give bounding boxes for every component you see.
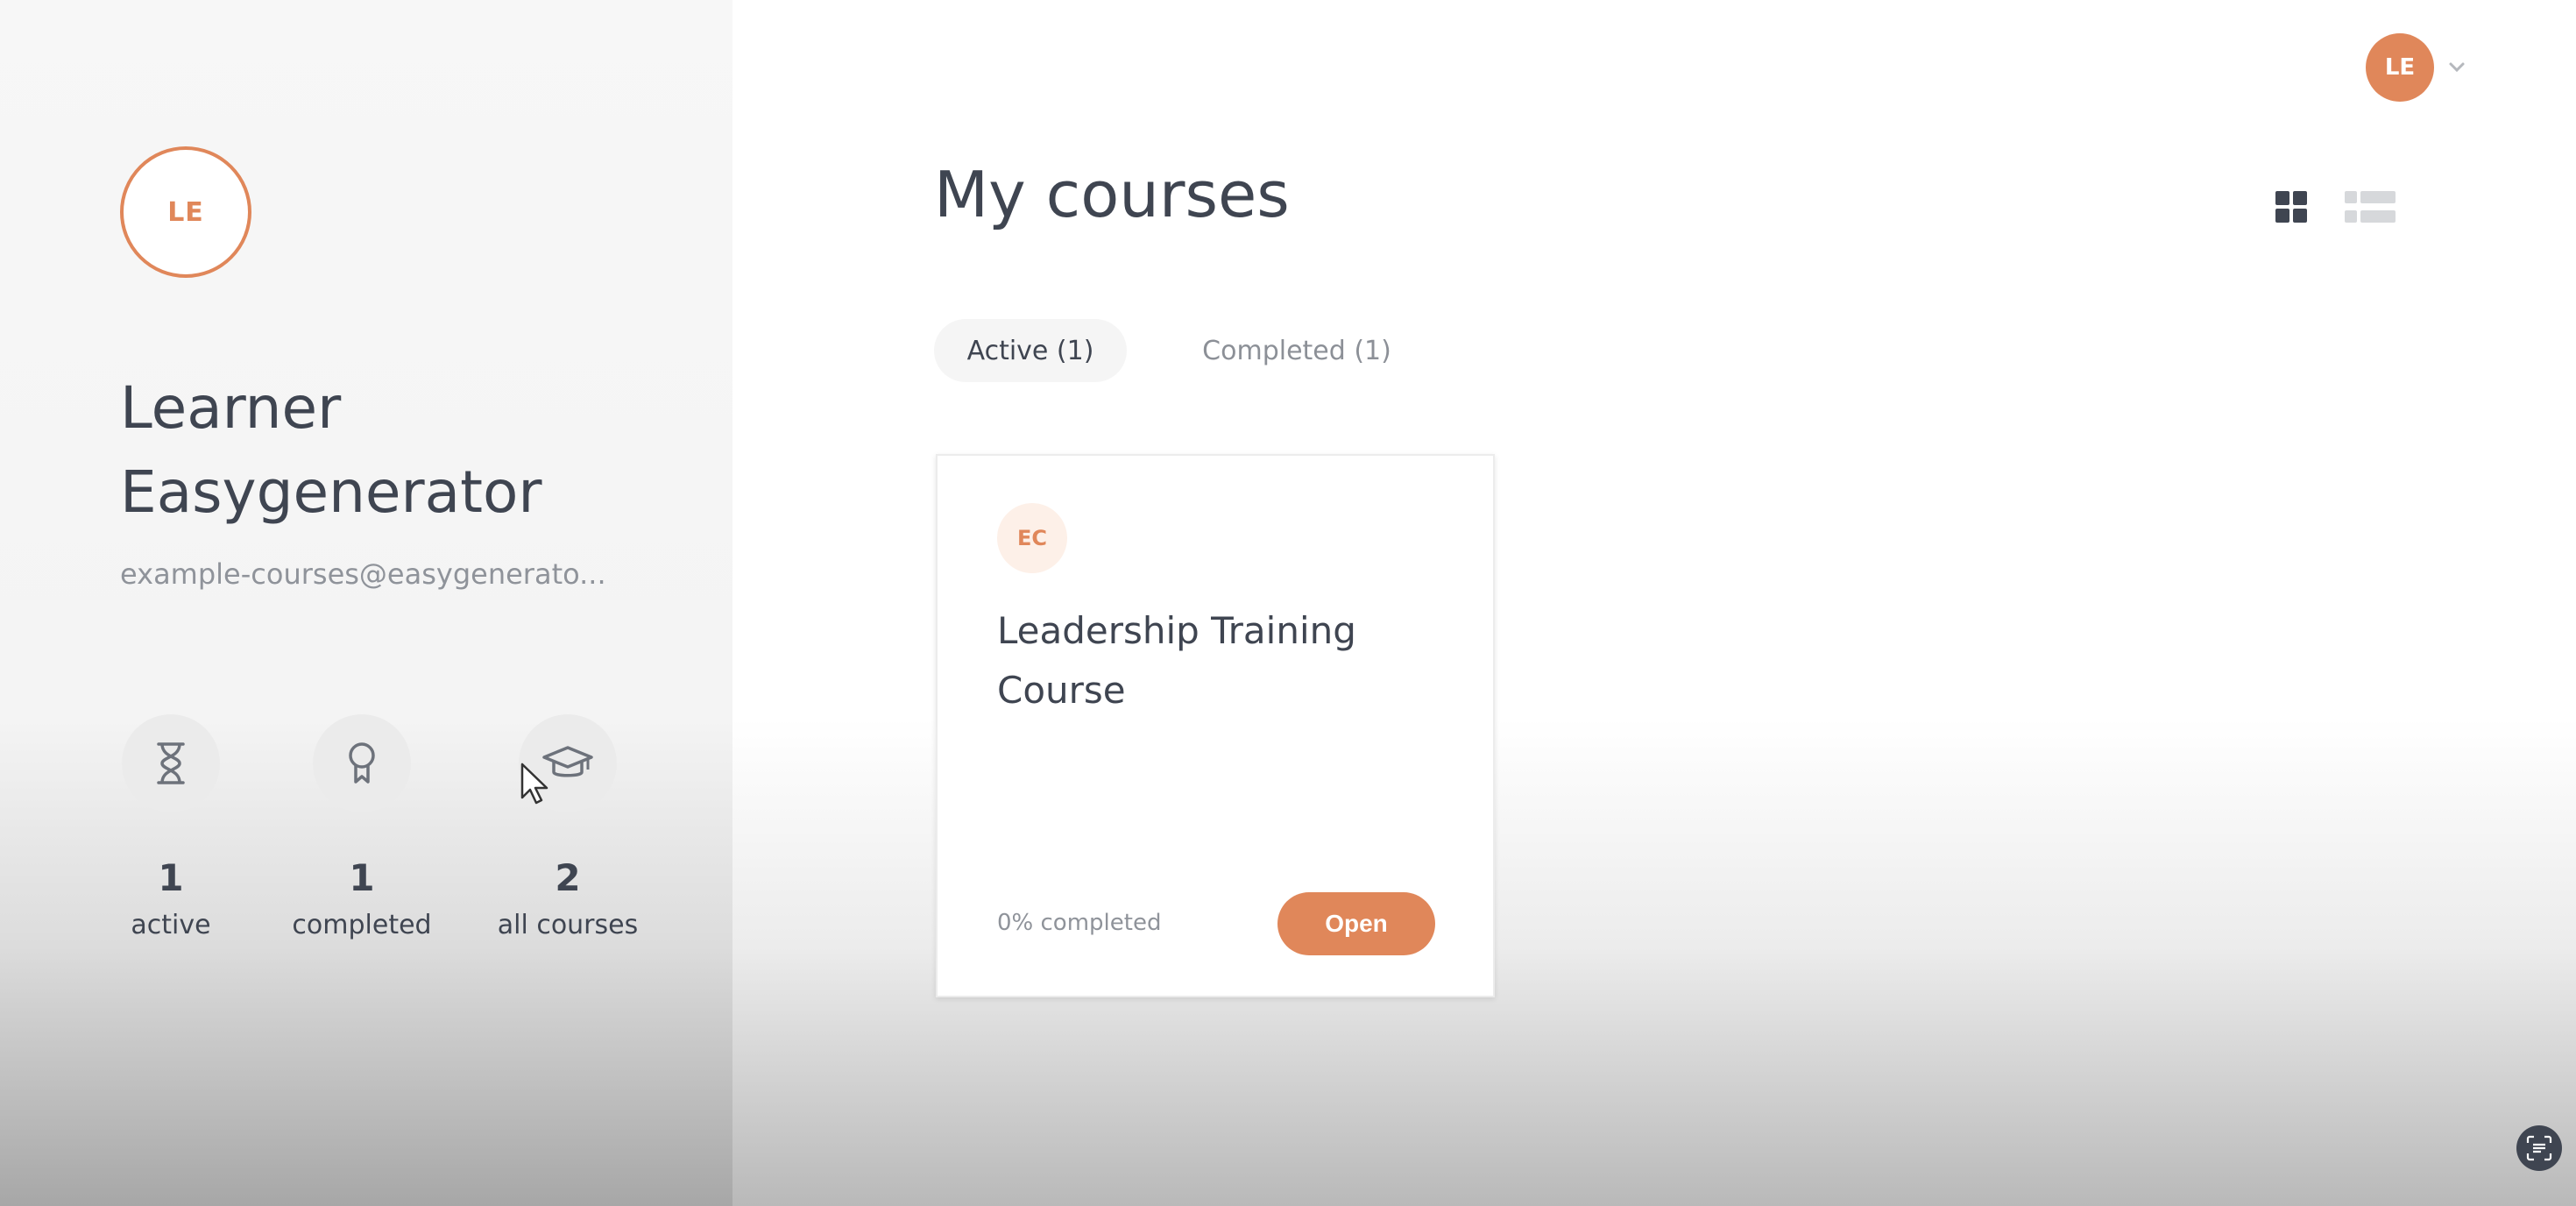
stat-active-value: 1 bbox=[158, 856, 184, 899]
course-progress: 0% completed bbox=[997, 910, 1162, 936]
hourglass-icon bbox=[122, 714, 220, 812]
tab-active[interactable]: Active (1) bbox=[934, 319, 1127, 382]
course-title[interactable]: Leadership Training Course bbox=[997, 601, 1453, 720]
stat-completed: 1 completed bbox=[257, 714, 467, 940]
stat-all-courses-label: all courses bbox=[497, 910, 639, 940]
mouse-cursor-icon bbox=[520, 763, 548, 805]
stat-active-label: active bbox=[131, 910, 211, 940]
profile-email: example-courses@easygenerato... bbox=[120, 557, 606, 591]
course-badge: EC bbox=[997, 503, 1067, 573]
stat-completed-label: completed bbox=[292, 910, 432, 940]
list-view-icon[interactable] bbox=[2345, 189, 2396, 224]
chevron-down-icon[interactable] bbox=[2446, 57, 2467, 78]
profile-avatar: LE bbox=[120, 146, 251, 278]
scan-text-icon[interactable] bbox=[2516, 1125, 2562, 1171]
stat-all-courses: 2 all courses bbox=[463, 714, 673, 940]
stat-all-courses-value: 2 bbox=[555, 856, 581, 899]
stat-active: 1 active bbox=[66, 714, 276, 940]
profile-name: Learner Easygenerator bbox=[120, 374, 542, 526]
profile-sidebar: LE Learner Easygenerator example-courses… bbox=[0, 0, 732, 1206]
stat-completed-value: 1 bbox=[349, 856, 375, 899]
course-card[interactable]: EC Leadership Training Course 0% complet… bbox=[936, 454, 1495, 997]
grid-view-icon[interactable] bbox=[2274, 189, 2309, 224]
user-avatar[interactable]: LE bbox=[2366, 33, 2434, 102]
user-menu[interactable]: LE bbox=[2366, 33, 2467, 102]
tab-completed[interactable]: Completed (1) bbox=[1174, 319, 1419, 382]
award-icon bbox=[313, 714, 411, 812]
page-title: My courses bbox=[934, 158, 1290, 231]
open-course-button[interactable]: Open bbox=[1277, 892, 1435, 955]
